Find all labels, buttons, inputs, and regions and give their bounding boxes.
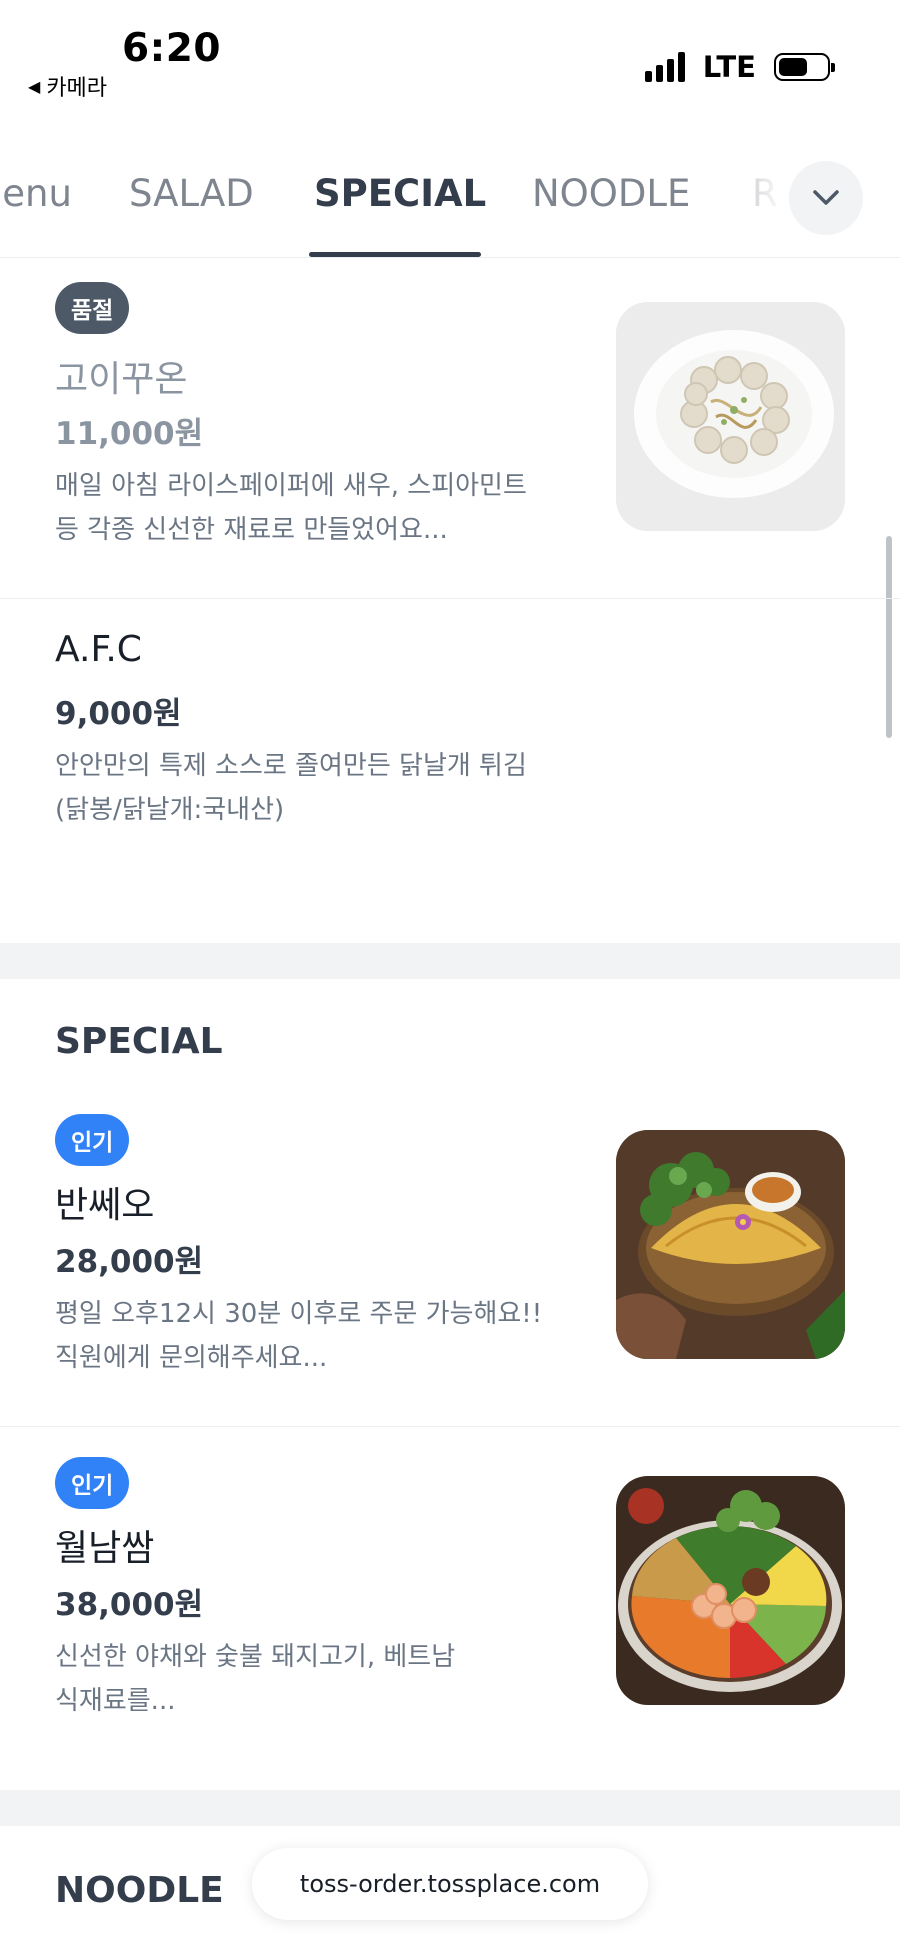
tab-menu[interactable]: lenu — [0, 172, 72, 215]
popular-badge: 인기 — [55, 1457, 130, 1509]
tab-special[interactable]: SPECIAL — [314, 172, 486, 215]
menu-item-price: 38,000원 — [55, 1587, 204, 1623]
section-title-noodle: NOODLE — [55, 1870, 224, 1911]
menu-item-description: 평일 오후12시 30분 이후로 주문 가능해요!! 직원에게 문의해주세요..… — [55, 1299, 543, 1373]
tabs-more-button[interactable] — [789, 161, 863, 235]
category-tabs: lenu SALAD SPECIAL NOODLE R — [0, 150, 900, 258]
menu-item-price: 28,000원 — [55, 1244, 204, 1280]
back-app-label: 카메라 — [46, 76, 108, 101]
status-time: 6:20 — [122, 26, 222, 71]
tab-noodle[interactable]: NOODLE — [532, 172, 690, 215]
menu-item-name: 고이꾸온 — [55, 359, 188, 400]
cellular-signal-icon — [644, 52, 685, 82]
menu-item-photo — [616, 1130, 845, 1359]
section-separator — [0, 943, 900, 979]
menu-item-description: 신선한 야채와 숯불 돼지고기, 베트남 식재료를... — [55, 1642, 456, 1716]
menu-item-photo — [616, 302, 845, 531]
battery-icon — [774, 53, 835, 81]
back-to-app-link[interactable]: ◀ 카메라 — [28, 70, 107, 102]
sold-out-badge: 품절 — [55, 282, 130, 334]
back-triangle-icon: ◀ — [28, 76, 41, 96]
menu-item-name: 반쎄오 — [55, 1185, 155, 1226]
status-indicators: LTE — [644, 50, 835, 84]
active-tab-indicator — [309, 252, 481, 257]
menu-item-description: 매일 아침 라이스페이퍼에 새우, 스피아민트 등 각종 신선한 재료로 만들었… — [55, 471, 527, 545]
menu-item-goi-cuon[interactable]: 품절 고이꾸온 11,000원 매일 아침 라이스페이퍼에 새우, 스피아민트 … — [0, 258, 900, 598]
section-separator — [0, 1790, 900, 1826]
menu-item-wollamssam[interactable]: 인기 월남쌈 38,000원 신선한 야채와 숯불 돼지고기, 베트남 식재료를… — [0, 1427, 900, 1790]
menu-item-photo — [616, 1476, 845, 1705]
chevron-down-icon — [813, 190, 839, 205]
tab-fade — [690, 150, 800, 257]
section-title-special: SPECIAL — [55, 1021, 223, 1062]
status-bar: 6:20 ◀ 카메라 LTE — [0, 0, 900, 120]
menu-item-description: 안안만의 특제 소스로 졸여만든 닭날개 튀김 (닭봉/닭날개:국내산) — [55, 751, 527, 825]
network-type: LTE — [702, 50, 756, 84]
menu-item-price: 11,000원 — [55, 416, 204, 452]
popular-badge: 인기 — [55, 1114, 130, 1166]
menu-item-name: A.F.C — [55, 629, 142, 670]
menu-item-afc[interactable]: A.F.C 9,000원 안안만의 특제 소스로 졸여만든 닭날개 튀김 (닭봉… — [0, 599, 900, 941]
tab-salad[interactable]: SALAD — [129, 172, 254, 215]
menu-item-name: 월남쌈 — [55, 1528, 155, 1569]
menu-item-price: 9,000원 — [55, 696, 182, 732]
browser-url-bar[interactable]: toss-order.tossplace.com — [252, 1848, 648, 1920]
menu-item-banh-xeo[interactable]: 인기 반쎄오 28,000원 평일 오후12시 30분 이후로 주문 가능해요!… — [0, 1100, 900, 1426]
